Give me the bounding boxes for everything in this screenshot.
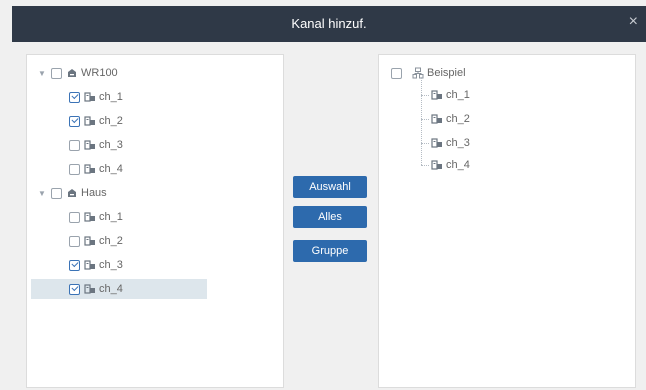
- tree-connector-line: [421, 119, 429, 120]
- tree-connector-line: [421, 143, 429, 144]
- channel-label: ch_3: [99, 259, 123, 271]
- tree-channel-beispiel-ch1[interactable]: ch_1: [431, 85, 470, 105]
- tree-channel-haus-ch3[interactable]: ch_3: [69, 255, 123, 275]
- tree-channel-haus-ch1[interactable]: ch_1: [69, 207, 123, 227]
- tree-group-haus[interactable]: ▼ Haus: [37, 183, 107, 203]
- channel-label: ch_1: [446, 89, 470, 101]
- tree-connector-line: [421, 165, 429, 166]
- tree-group-beispiel[interactable]: Beispiel: [391, 63, 466, 83]
- group-button[interactable]: Gruppe: [293, 240, 367, 262]
- close-icon[interactable]: ×: [629, 14, 638, 30]
- channel-label: ch_2: [446, 113, 470, 125]
- group-checkbox[interactable]: [391, 67, 402, 79]
- tree-connector-line: [421, 77, 422, 165]
- channel-label: ch_3: [446, 137, 470, 149]
- group-checkbox[interactable]: [51, 187, 62, 199]
- channel-icon: [84, 211, 96, 223]
- group-label: Haus: [81, 187, 107, 199]
- select-button[interactable]: Auswahl: [293, 176, 367, 198]
- channel-label: ch_4: [99, 283, 123, 295]
- channel-label: ch_1: [99, 211, 123, 223]
- channel-checkbox[interactable]: [69, 211, 80, 223]
- tree-channel-beispiel-ch4[interactable]: ch_4: [431, 155, 470, 175]
- tree-channel-wr100-ch4[interactable]: ch_4: [69, 159, 123, 179]
- channel-icon: [84, 139, 96, 151]
- group-checkbox[interactable]: [51, 67, 62, 79]
- channel-checkbox[interactable]: [69, 163, 80, 175]
- group-label: WR100: [81, 67, 118, 79]
- channel-checkbox[interactable]: [69, 283, 80, 295]
- dialog-title: Kanal hinzuf.: [291, 16, 367, 31]
- channel-icon: [84, 259, 96, 271]
- channel-label: ch_2: [99, 235, 123, 247]
- channel-label: ch_4: [99, 163, 123, 175]
- channel-checkbox[interactable]: [69, 235, 80, 247]
- group-label: Beispiel: [427, 67, 466, 79]
- expand-arrow-icon[interactable]: ▼: [37, 189, 47, 198]
- expand-arrow-icon[interactable]: ▼: [37, 69, 47, 78]
- selected-channels-panel[interactable]: Beispiel ch_1 ch_2 ch_3 ch_4: [378, 54, 636, 388]
- channel-label: ch_3: [99, 139, 123, 151]
- channel-icon: [84, 91, 96, 103]
- channel-icon: [84, 163, 96, 175]
- tree-channel-beispiel-ch2[interactable]: ch_2: [431, 109, 470, 129]
- group-icon: [412, 67, 424, 79]
- channel-label: ch_2: [99, 115, 123, 127]
- tree-channel-wr100-ch1[interactable]: ch_1: [69, 87, 123, 107]
- channel-icon: [84, 283, 96, 295]
- channel-icon: [84, 115, 96, 127]
- device-icon: [66, 67, 78, 79]
- channel-label: ch_1: [99, 91, 123, 103]
- channel-icon: [84, 235, 96, 247]
- channel-checkbox[interactable]: [69, 259, 80, 271]
- channel-label: ch_4: [446, 159, 470, 171]
- channel-icon: [431, 89, 443, 101]
- tree-connector-line: [421, 95, 429, 96]
- dialog-titlebar: Kanal hinzuf. ×: [12, 6, 646, 42]
- channel-icon: [431, 113, 443, 125]
- tree-channel-wr100-ch2[interactable]: ch_2: [69, 111, 123, 131]
- tree-group-wr100[interactable]: ▼ WR100: [37, 63, 118, 83]
- available-channels-panel[interactable]: ▼ WR100 ch_1 ch_2 ch_3 ch_4 ▼ Haus ch_1 …: [26, 54, 284, 388]
- channel-checkbox[interactable]: [69, 115, 80, 127]
- channel-icon: [431, 159, 443, 171]
- add-channel-dialog: Kanal hinzuf. × ▼ WR100 ch_1 ch_2 ch_3 c…: [12, 6, 646, 390]
- tree-channel-wr100-ch3[interactable]: ch_3: [69, 135, 123, 155]
- channel-checkbox[interactable]: [69, 139, 80, 151]
- device-icon: [66, 187, 78, 199]
- channel-icon: [431, 137, 443, 149]
- tree-channel-haus-ch2[interactable]: ch_2: [69, 231, 123, 251]
- tree-channel-haus-ch4[interactable]: ch_4: [31, 279, 207, 299]
- tree-channel-beispiel-ch3[interactable]: ch_3: [431, 133, 470, 153]
- all-button[interactable]: Alles: [293, 206, 367, 228]
- channel-checkbox[interactable]: [69, 91, 80, 103]
